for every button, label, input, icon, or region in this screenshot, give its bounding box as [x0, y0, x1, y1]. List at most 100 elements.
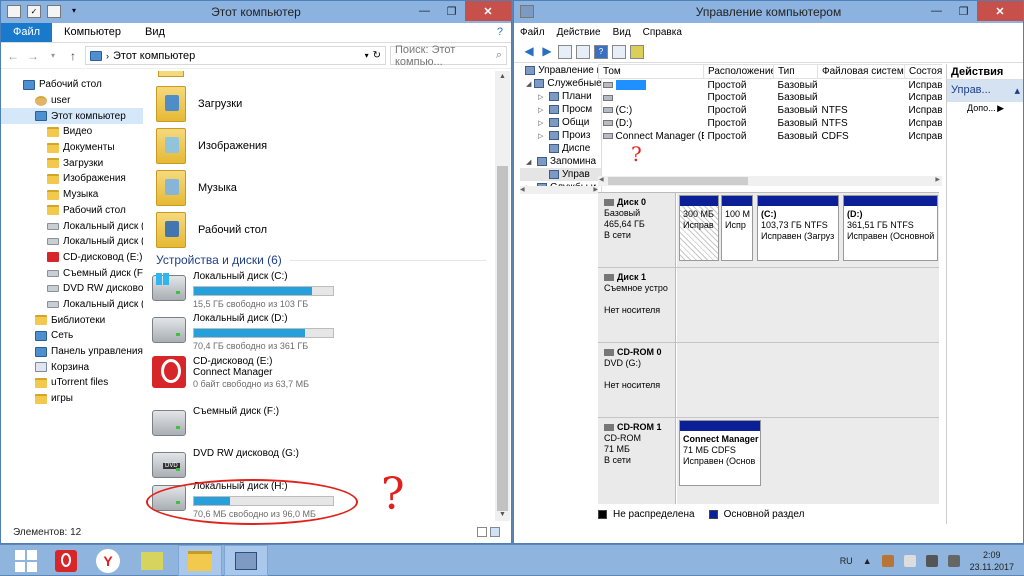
tree-item[interactable]: ▷ Общи	[520, 116, 601, 129]
clock[interactable]: 2:09 23.11.2017	[970, 549, 1014, 573]
mmc-titlebar[interactable]: Управление компьютером — ❐ ✕	[514, 1, 1023, 23]
folder-item[interactable]: Загрузки	[156, 83, 242, 125]
tree-item[interactable]: ◢ Запомина	[520, 155, 601, 168]
taskbar-computer-management[interactable]	[224, 545, 268, 576]
tab-view[interactable]: Вид	[133, 23, 177, 42]
drive-tile[interactable]: Съемный диск (F:)	[152, 404, 392, 446]
column-header[interactable]: Том	[598, 64, 704, 79]
taskbar-connect-manager[interactable]	[44, 545, 88, 576]
drive-tile[interactable]: CD-дисковод (E:) Connect Manager 0 байт с…	[152, 354, 392, 396]
nav-item[interactable]: Рабочий стол	[1, 203, 143, 219]
partition[interactable]: 100 М Испр	[721, 195, 753, 261]
column-header[interactable]: Файловая система	[817, 64, 905, 79]
partition[interactable]: (C:) 103,73 ГБ NTFS Исправен (Загруз	[757, 195, 839, 261]
maximize-button[interactable]: ❐	[950, 1, 977, 21]
nav-item[interactable]: uTorrent files	[1, 375, 143, 391]
nav-item[interactable]: Библиотеки	[1, 312, 143, 328]
actions-group[interactable]: Управ... ▴	[947, 80, 1023, 102]
more-actions[interactable]: Допо... ▶	[947, 102, 1023, 116]
tab-file[interactable]: Файл	[1, 23, 53, 42]
tray-expand-icon[interactable]: ▲	[863, 556, 872, 566]
folder-item[interactable]: Рабочий стол	[156, 209, 267, 251]
tree-item[interactable]: Управление к	[520, 64, 601, 77]
nav-item[interactable]: Корзина	[1, 359, 143, 375]
nav-item[interactable]: Этот компьютер	[1, 108, 143, 125]
tree-item[interactable]: ◢ Служебные	[520, 77, 601, 90]
expand-icon[interactable]: ▷	[538, 132, 546, 140]
column-header[interactable]: Расположение	[703, 64, 774, 79]
network-icon[interactable]	[925, 554, 938, 567]
minimize-button[interactable]: —	[923, 1, 950, 21]
up-arrow-icon[interactable]: ↑	[65, 49, 81, 63]
tab-computer[interactable]: Компьютер	[52, 23, 133, 42]
up-folder-icon[interactable]	[558, 44, 572, 59]
expand-icon[interactable]: ▷	[538, 119, 546, 127]
nav-item[interactable]: Панель управления	[1, 344, 143, 360]
nav-item[interactable]: Локальный диск (C:)	[1, 218, 143, 234]
search-input[interactable]: Поиск: Этот компью... ⌕	[390, 44, 507, 68]
partition[interactable]: (D:) 361,51 ГБ NTFS Исправен (Основной	[843, 195, 938, 261]
tiles-view-icon[interactable]	[490, 527, 500, 537]
address-dropdown-icon[interactable]: ▾	[365, 51, 369, 60]
vertical-scrollbar[interactable]: ▲ ▼	[495, 71, 510, 521]
minimize-button[interactable]: —	[411, 1, 438, 21]
maximize-button[interactable]: ❐	[438, 1, 465, 21]
nav-item[interactable]: Съемный диск (F:)	[1, 265, 143, 281]
help-icon[interactable]: ?	[489, 23, 511, 42]
nav-item[interactable]: Музыка	[1, 187, 143, 203]
nav-item[interactable]: DVD RW дисковод (G	[1, 281, 143, 297]
expand-icon[interactable]: ◢	[526, 158, 534, 166]
explorer-titlebar[interactable]: ✓ ▾ Этот компьютер — ❐ ✕	[1, 1, 511, 23]
tree-hscroll[interactable]: ◀ ▶	[520, 186, 598, 194]
back-arrow-icon[interactable]: ←	[5, 49, 21, 63]
table-row[interactable]: Простой Базовый Исправ	[599, 79, 942, 92]
nav-item[interactable]: Видео	[1, 124, 143, 140]
drive-tile[interactable]: Локальный диск (C:) 15,5 ГБ свободно из 1…	[152, 269, 392, 311]
column-header[interactable]: Тип	[773, 64, 818, 79]
table-row[interactable]: Простой Базовый Исправ	[599, 91, 942, 104]
nav-item[interactable]: Документы	[1, 140, 143, 156]
properties-icon[interactable]	[630, 44, 644, 59]
list-hscroll-thumb[interactable]	[608, 177, 748, 185]
collapse-icon[interactable]: ▴	[1014, 84, 1020, 98]
tree-item[interactable]: ▷ Произ	[520, 129, 601, 142]
taskbar-yandex[interactable]: Y	[86, 545, 130, 576]
back-arrow-icon[interactable]: ◀	[522, 45, 536, 59]
nav-item[interactable]: Сеть	[1, 328, 143, 344]
nav-item[interactable]: Загрузки	[1, 155, 143, 171]
start-button[interactable]	[4, 545, 48, 576]
nav-item[interactable]: Рабочий стол	[1, 77, 143, 93]
table-row[interactable]: (C:) Простой Базовый NTFS Исправ	[599, 104, 942, 117]
menu-file[interactable]: Файл	[514, 27, 551, 38]
menu-help[interactable]: Справка	[637, 27, 688, 38]
partition[interactable]: 300 МБ Исправ	[679, 195, 719, 261]
scroll-up-icon[interactable]: ▲	[495, 73, 510, 80]
volume-icon[interactable]	[947, 554, 960, 567]
disk-row[interactable]: CD-ROM 0 DVD (G:) Нет носителя	[598, 343, 939, 418]
partition[interactable]: Connect Manager 71 МБ CDFS Исправен (Основ	[679, 420, 761, 486]
table-row[interactable]: (D:) Простой Базовый NTFS Исправ	[599, 117, 942, 130]
menu-view[interactable]: Вид	[607, 27, 637, 38]
console-icon[interactable]	[612, 44, 626, 59]
show-tree-icon[interactable]	[576, 44, 590, 59]
disk-row[interactable]: CD-ROM 1 CD-ROM 71 МБ В сети Connect Manager…	[598, 418, 939, 504]
tree-item[interactable]: Диспе	[520, 142, 601, 155]
close-button[interactable]: ✕	[465, 1, 511, 21]
close-button[interactable]: ✕	[977, 1, 1023, 21]
taskbar-app[interactable]	[130, 545, 174, 576]
refresh-icon[interactable]: ↻	[373, 50, 381, 61]
recent-dropdown-icon[interactable]: ▾	[45, 51, 61, 60]
tree-item[interactable]: ▷ Плани	[520, 90, 601, 103]
forward-arrow-icon[interactable]: ▶	[540, 45, 554, 59]
list-hscroll[interactable]: ◀ ▶	[598, 176, 942, 186]
expand-icon[interactable]: ◢	[526, 80, 531, 88]
tree-item[interactable]: Управ	[520, 168, 601, 181]
details-view-icon[interactable]	[477, 527, 487, 537]
expand-icon[interactable]: ▷	[538, 106, 546, 114]
tree-item[interactable]: ▷ Просм	[520, 103, 601, 116]
nav-item[interactable]: Локальный диск (H:)	[1, 297, 143, 313]
nav-item[interactable]: игры	[1, 391, 143, 407]
address-field[interactable]: › Этот компьютер ▾ ↻	[85, 46, 386, 65]
scroll-down-icon[interactable]: ▼	[495, 511, 510, 518]
folder-item[interactable]: Изображения	[156, 125, 267, 167]
